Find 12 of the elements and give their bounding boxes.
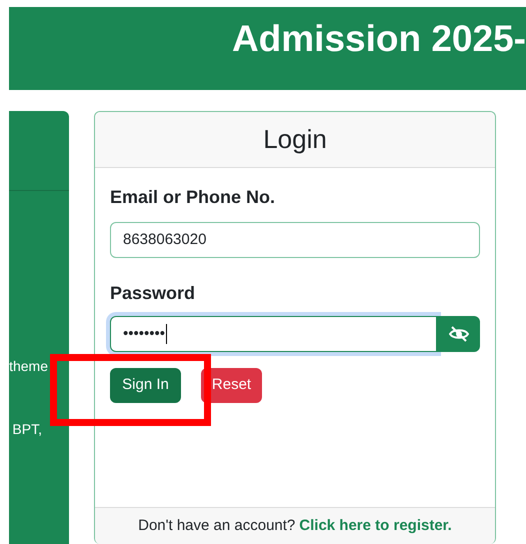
text-field[interactable]: 8638063020 (110, 222, 480, 258)
toggle-visibility-button[interactable] (437, 316, 480, 352)
field-label: Password (110, 282, 196, 304)
eye-slash-icon (448, 325, 468, 343)
footer-text: Don't have an account? (138, 516, 296, 536)
page-title: Admission 2025- (232, 17, 526, 61)
sidebar-text: BPT, (12, 420, 42, 439)
sign-in-button[interactable]: Sign In (110, 368, 181, 403)
card-title: Login (263, 123, 327, 156)
sidebar-text: theme (9, 357, 48, 376)
register-link[interactable]: Click here to register. (299, 514, 452, 538)
field-label: Email or Phone No. (110, 186, 276, 208)
